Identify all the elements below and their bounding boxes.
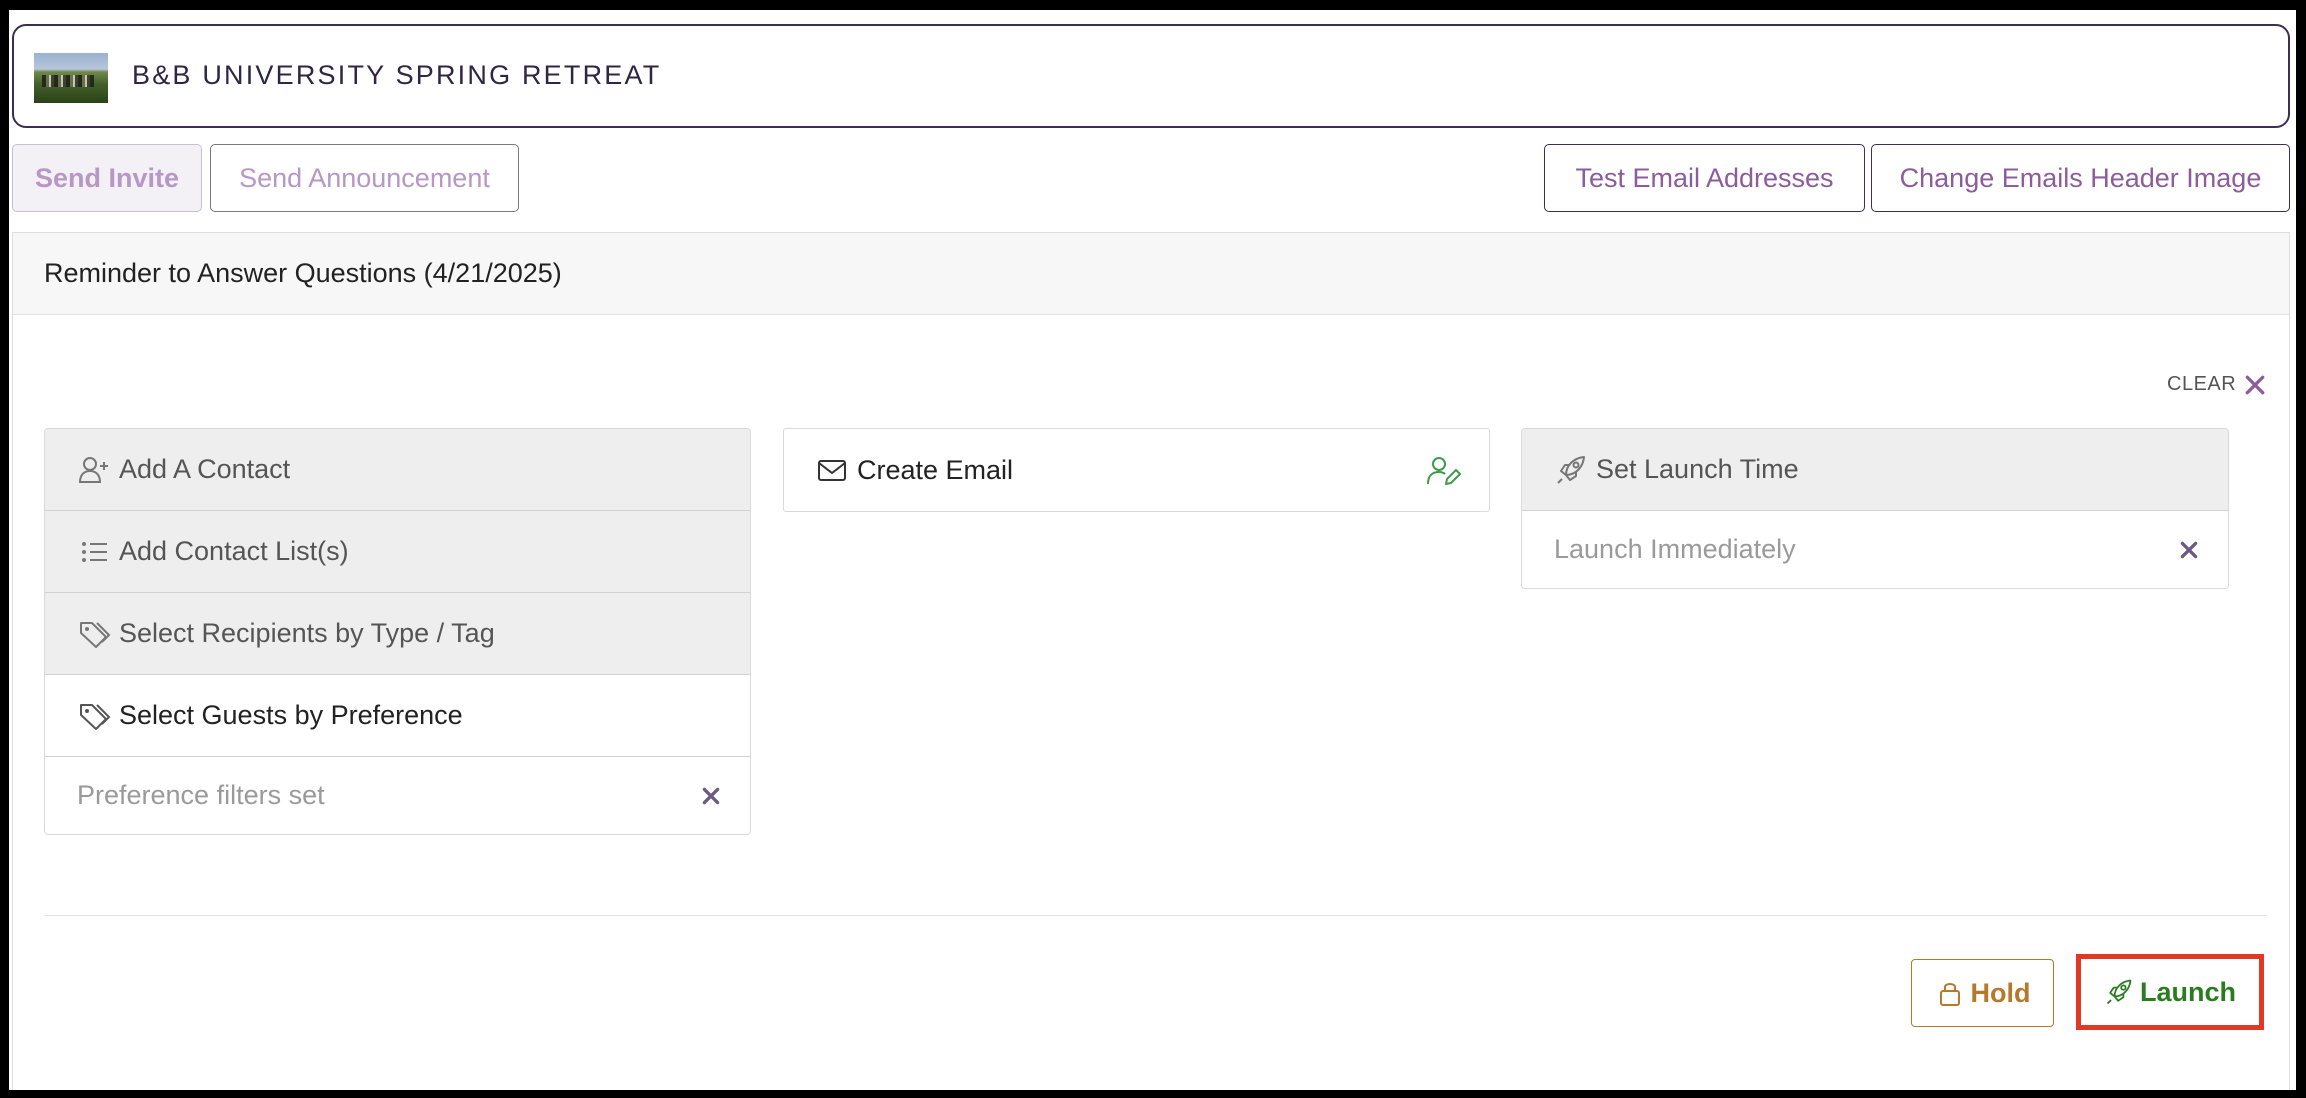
launch-label: Launch [2139, 976, 2236, 1007]
preference-filters-value: Preference filters set [77, 780, 325, 810]
select-by-preference-label: Select Guests by Preference [119, 700, 463, 730]
select-guests-by-preference-item[interactable]: Select Guests by Preference [45, 675, 750, 757]
set-launch-time-item[interactable]: Set Launch Time [1522, 429, 2228, 511]
launch-button[interactable]: Launch [2076, 954, 2264, 1030]
select-recipients-by-type-tag-item[interactable]: Select Recipients by Type / Tag [45, 593, 750, 675]
tags-icon [77, 617, 111, 651]
rocket-icon [2104, 977, 2134, 1007]
send-announcement-button[interactable]: Send Announcement [210, 144, 519, 212]
list-icon [77, 535, 111, 569]
hold-button[interactable]: Hold [1911, 959, 2054, 1027]
test-email-addresses-button[interactable]: Test Email Addresses [1544, 144, 1865, 212]
panel-title: Reminder to Answer Questions (4/21/2025) [44, 258, 562, 288]
launch-time-panel: Set Launch Time Launch Immediately [1521, 428, 2229, 589]
tags-icon [77, 699, 111, 733]
send-invite-button[interactable]: Send Invite [12, 144, 202, 212]
app-window: B&B UNIVERSITY SPRING RETREAT Send Invit… [9, 10, 2296, 1090]
set-launch-time-label: Set Launch Time [1596, 454, 1799, 484]
add-contact-item[interactable]: Add A Contact [45, 429, 750, 511]
add-contact-label: Add A Contact [119, 454, 291, 484]
event-header: B&B UNIVERSITY SPRING RETREAT [12, 24, 2290, 128]
user-plus-icon [77, 453, 111, 487]
preference-filters-field[interactable]: Preference filters set [45, 757, 750, 834]
add-contact-lists-item[interactable]: Add Contact List(s) [45, 511, 750, 593]
envelope-icon [815, 453, 849, 487]
close-icon[interactable] [700, 785, 722, 807]
hold-label: Hold [1970, 977, 2031, 1008]
close-icon[interactable] [2178, 539, 2200, 561]
event-title: B&B UNIVERSITY SPRING RETREAT [132, 60, 662, 90]
create-email-card[interactable]: Create Email [783, 428, 1490, 512]
header-thumbnail-image [34, 53, 108, 103]
change-emails-header-image-button[interactable]: Change Emails Header Image [1871, 144, 2290, 212]
recipients-panel: Add A Contact Add Contact List(s) Select… [44, 428, 751, 835]
lock-icon [1935, 978, 1965, 1008]
user-edit-icon[interactable] [1425, 453, 1461, 489]
create-email-label: Create Email [857, 454, 1014, 485]
launch-time-field[interactable]: Launch Immediately [1522, 511, 2228, 588]
close-icon [2245, 375, 2265, 394]
rocket-icon [1554, 453, 1588, 487]
add-contact-lists-label: Add Contact List(s) [119, 536, 349, 566]
divider [44, 915, 2267, 916]
clear-label: CLEAR [2167, 373, 2237, 395]
select-by-type-tag-label: Select Recipients by Type / Tag [119, 618, 495, 648]
launch-time-value: Launch Immediately [1554, 534, 1796, 564]
panel-header: Reminder to Answer Questions (4/21/2025) [13, 233, 2289, 315]
clear-button[interactable]: CLEAR [2167, 373, 2266, 396]
